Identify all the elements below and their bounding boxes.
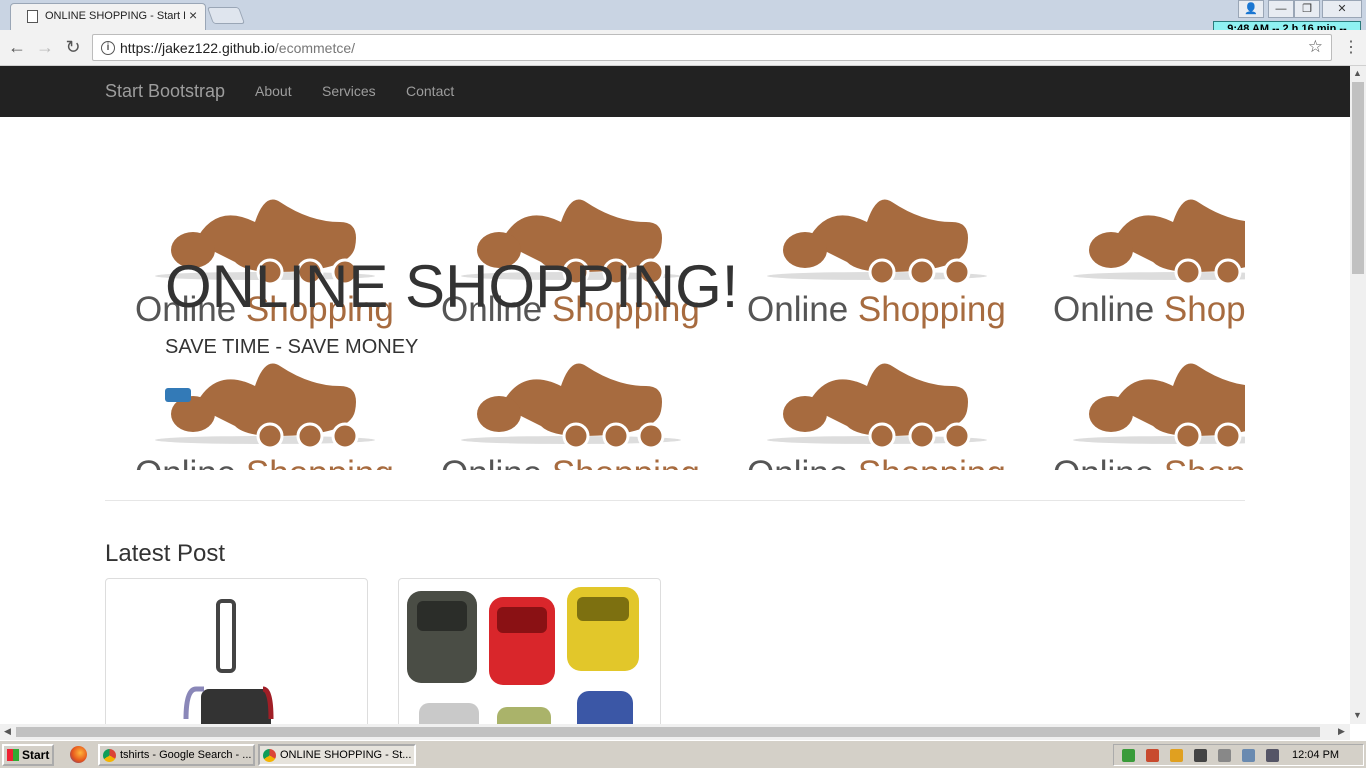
logo-text: Online Shopping: [135, 454, 394, 470]
shopping-logo-tile: Online Shopping: [135, 354, 395, 470]
scroll-left-icon[interactable]: ◀: [4, 726, 11, 737]
post-card-luggage[interactable]: [105, 578, 368, 724]
shopping-cart-icon: [767, 363, 987, 450]
shield-icon[interactable]: [1122, 749, 1135, 762]
taskbar-item-label: tshirts - Google Search - ...: [120, 749, 252, 761]
reload-button[interactable]: ↻: [61, 36, 85, 60]
horizontal-scroll-thumb[interactable]: [16, 727, 1320, 737]
nav-link-services[interactable]: Services: [322, 83, 376, 99]
taskbar-item-google-search[interactable]: tshirts - Google Search - ...: [98, 744, 255, 766]
browser-toolbar: ← → ↻ i https://jakez122.github.io/ecomm…: [0, 30, 1366, 66]
shopping-logo-tile: Online Shopping: [441, 354, 701, 470]
volume-icon[interactable]: [1218, 749, 1231, 762]
tab-title: ONLINE SHOPPING - Start B: [45, 10, 185, 22]
cars-image: [407, 587, 639, 724]
tray-bag-icon[interactable]: [1170, 749, 1183, 762]
profile-icon[interactable]: 👤: [1238, 0, 1264, 18]
chrome-icon: [103, 749, 116, 762]
hero-background: Online Shopping Online Shopping Online Sho…: [135, 190, 1245, 470]
start-button[interactable]: Start: [2, 744, 54, 766]
navbar-brand[interactable]: Start Bootstrap: [105, 81, 225, 102]
logo-text: Online Shopping: [747, 290, 1006, 329]
logo-text: Online Shopping: [747, 454, 1006, 470]
site-navbar: Start Bootstrap About Services Contact: [0, 66, 1350, 117]
shopping-cart-icon: [767, 199, 987, 286]
start-label: Start: [22, 748, 50, 762]
vertical-scrollbar[interactable]: ▲ ▼: [1350, 66, 1366, 724]
chrome-icon: [263, 749, 276, 762]
bookmark-star-icon[interactable]: ☆: [1308, 37, 1323, 57]
tab-strip: ONLINE SHOPPING - Start B × 👤 — ❐ ✕: [0, 0, 1366, 30]
shopping-cart-icon: [461, 363, 681, 450]
latest-post-heading: Latest Post: [105, 540, 226, 567]
logo-text: Online Shopping: [1053, 454, 1245, 470]
vertical-scroll-thumb[interactable]: [1352, 82, 1364, 274]
shopping-cart-icon: [1073, 363, 1245, 450]
document-icon: [27, 10, 38, 23]
logo-text: Online Shopping: [441, 454, 700, 470]
luggage-image: [183, 599, 274, 724]
shopping-logo-tile: Online Shopping: [1053, 354, 1245, 470]
nav-link-about[interactable]: About: [255, 83, 292, 99]
system-tray: 12:04 PM: [1113, 744, 1364, 766]
horizontal-scrollbar[interactable]: ◀ ▶: [0, 724, 1350, 740]
tab-online-shopping[interactable]: ONLINE SHOPPING - Start B ×: [10, 3, 206, 30]
section-divider: [105, 500, 1245, 501]
shopping-logo-tile: Online Shopping: [747, 354, 1007, 470]
shopping-logo-tile: Online Shopping: [1053, 190, 1245, 354]
minimize-button[interactable]: —: [1268, 0, 1294, 18]
url-host: https://jakez122.github.io: [120, 40, 275, 56]
shopping-cart-icon: [1073, 199, 1245, 286]
monitor-icon[interactable]: [1266, 749, 1279, 762]
tray-app-icon[interactable]: [1146, 749, 1159, 762]
scroll-up-icon[interactable]: ▲: [1353, 68, 1362, 78]
nav-link-contact[interactable]: Contact: [406, 83, 454, 99]
taskbar-item-online-shopping[interactable]: ONLINE SHOPPING - St...: [258, 744, 416, 766]
info-icon[interactable]: i: [101, 41, 115, 55]
network-icon[interactable]: [1242, 749, 1255, 762]
tray-clock: 12:04 PM: [1292, 749, 1340, 761]
firefox-icon[interactable]: [70, 746, 87, 763]
hero-button[interactable]: [165, 388, 191, 402]
taskbar-item-label: ONLINE SHOPPING - St...: [280, 749, 412, 761]
new-tab-button[interactable]: [206, 7, 246, 24]
back-button[interactable]: ←: [5, 36, 29, 60]
taskbar: Start tshirts - Google Search - ... ONLI…: [0, 740, 1366, 768]
scroll-down-icon[interactable]: ▼: [1353, 710, 1362, 720]
address-bar[interactable]: i https://jakez122.github.io/ecommetce/ …: [92, 34, 1332, 61]
hero-title: ONLINE SHOPPING!: [165, 253, 739, 320]
page-viewport: Start Bootstrap About Services Contact O…: [0, 66, 1350, 724]
post-card-cars[interactable]: [398, 578, 661, 724]
restore-button[interactable]: ❐: [1294, 0, 1320, 18]
hero-subtitle: SAVE TIME - SAVE MONEY: [165, 336, 419, 358]
forward-button[interactable]: →: [33, 36, 57, 60]
logo-text: Online Shopping: [1053, 290, 1245, 329]
hourglass-icon[interactable]: [1194, 749, 1207, 762]
shopping-cart-icon: [155, 363, 375, 450]
browser-menu-icon[interactable]: ⋮: [1343, 37, 1359, 57]
shopping-logo-tile: Online Shopping: [747, 190, 1007, 354]
scroll-right-icon[interactable]: ▶: [1338, 726, 1345, 737]
tab-close-icon[interactable]: ×: [189, 7, 197, 23]
windows-flag-icon: [7, 749, 19, 761]
close-window-button[interactable]: ✕: [1322, 0, 1362, 18]
url-text: https://jakez122.github.io/ecommetce/: [120, 40, 355, 56]
url-path: /ecommetce/: [274, 40, 356, 56]
